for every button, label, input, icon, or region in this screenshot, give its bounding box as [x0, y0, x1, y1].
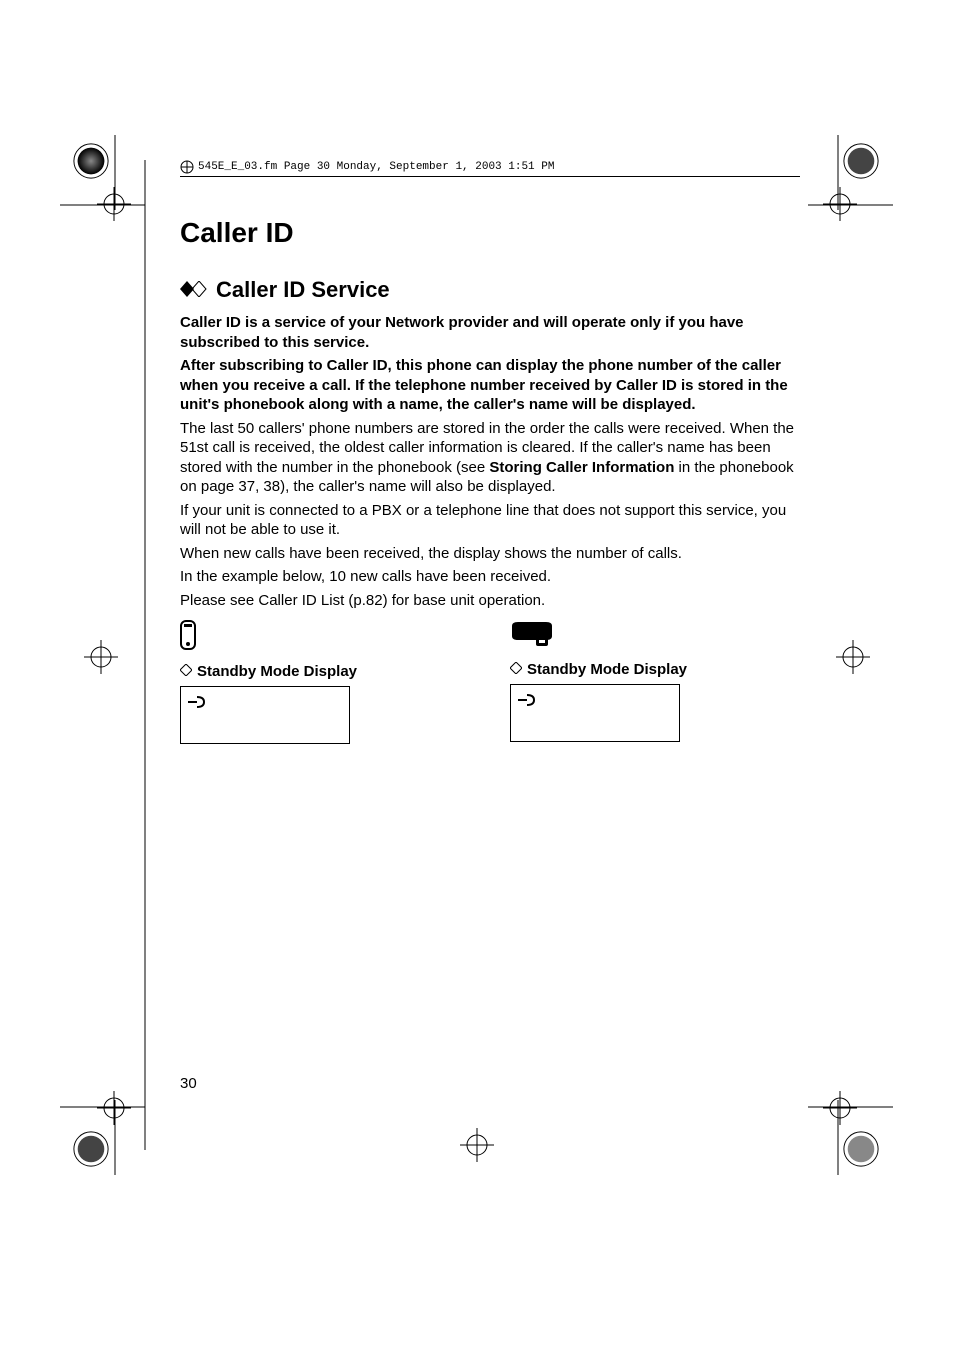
crosshair-icon: [84, 640, 118, 674]
crosshair-icon: [97, 187, 131, 221]
registration-mark-icon: [72, 142, 110, 180]
base-unit-icon: [510, 620, 800, 653]
display-columns: Standby Mode Display Standby Mo: [180, 620, 800, 744]
diamond-small-icon: [510, 661, 522, 678]
body-para-1: The last 50 callers' phone numbers are s…: [180, 419, 800, 497]
standby-label-left: Standby Mode Display: [197, 663, 357, 680]
storing-caller-info-ref: Storing Caller Information: [489, 459, 674, 476]
handset-column: Standby Mode Display: [180, 620, 470, 744]
standby-heading-left: Standby Mode Display: [180, 663, 470, 680]
page-indicator-icon: [180, 160, 194, 174]
page-body: 545E_E_03.fm Page 30 Monday, September 1…: [180, 160, 800, 744]
crosshair-icon: [460, 1128, 494, 1162]
arrow-right-icon: [517, 691, 537, 711]
base-unit-column: Standby Mode Display: [510, 620, 800, 744]
body-para-3: When new calls have been received, the d…: [180, 544, 800, 564]
intro-bold-1: Caller ID is a service of your Network p…: [180, 313, 800, 352]
page-number: 30: [180, 1075, 197, 1092]
page-title: Caller ID: [180, 217, 800, 249]
handset-display-box: [180, 686, 350, 744]
intro-bold-2: After subscribing to Caller ID, this pho…: [180, 356, 800, 415]
registration-mark-icon: [72, 1130, 110, 1168]
section-title-text: Caller ID Service: [216, 277, 390, 303]
diamond-small-icon: [180, 663, 192, 680]
body-para-5: Please see Caller ID List (p.82) for bas…: [180, 591, 800, 611]
arrow-right-icon: [187, 693, 207, 713]
section-title: Caller ID Service: [180, 277, 800, 303]
standby-heading-right: Standby Mode Display: [510, 661, 800, 678]
crosshair-icon: [836, 640, 870, 674]
header-text: 545E_E_03.fm Page 30 Monday, September 1…: [198, 161, 554, 173]
crosshair-icon: [823, 1091, 857, 1125]
registration-mark-icon: [842, 1130, 880, 1168]
handset-icon: [180, 620, 470, 655]
framemaker-header: 545E_E_03.fm Page 30 Monday, September 1…: [180, 160, 800, 177]
body-para-2: If your unit is connected to a PBX or a …: [180, 501, 800, 540]
body-para-4: In the example below, 10 new calls have …: [180, 567, 800, 587]
standby-label-right: Standby Mode Display: [527, 661, 687, 678]
registration-mark-icon: [842, 142, 880, 180]
crosshair-icon: [97, 1091, 131, 1125]
base-display-box: [510, 684, 680, 742]
crosshair-icon: [823, 187, 857, 221]
diamond-bullet-icon: [180, 277, 208, 303]
